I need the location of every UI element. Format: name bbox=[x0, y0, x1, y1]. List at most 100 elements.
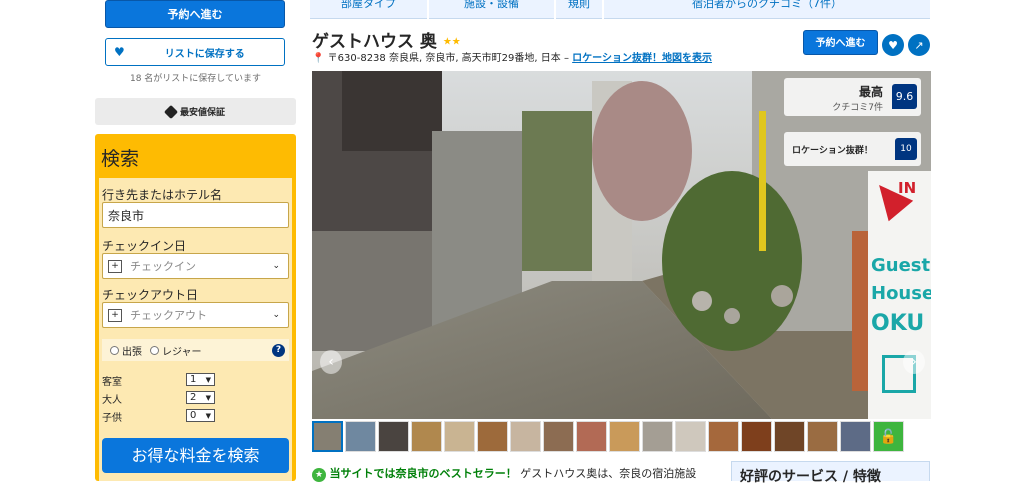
radio-business[interactable] bbox=[110, 345, 119, 355]
tab-room-types[interactable]: 部屋タイプ bbox=[310, 0, 427, 19]
checkin-label: チェックイン日 bbox=[102, 239, 187, 253]
review-count: クチコミ7件 bbox=[832, 103, 883, 113]
header-reserve-button[interactable]: 予約へ進む bbox=[803, 30, 878, 55]
children-value: 0 bbox=[190, 410, 197, 421]
tab-facilities-label: 施設・設備 bbox=[464, 0, 519, 10]
photo-thumbnail[interactable] bbox=[675, 421, 706, 452]
next-photo-button[interactable]: › bbox=[903, 350, 925, 374]
photo-thumbnail[interactable] bbox=[444, 421, 475, 452]
photo-thumbnail[interactable] bbox=[807, 421, 838, 452]
calendar-icon: + bbox=[108, 259, 122, 273]
checkout-field[interactable]: + チェックアウト ⌄ bbox=[102, 302, 289, 328]
photo-thumbnail[interactable] bbox=[840, 421, 871, 452]
location-score-card[interactable]: ロケーション抜群！ 10 bbox=[784, 132, 921, 166]
dropdown-arrow-icon: ▼ bbox=[205, 393, 211, 402]
photo-thumbnail[interactable] bbox=[411, 421, 442, 452]
best-price-box[interactable]: 最安値保証 bbox=[95, 98, 296, 125]
rooms-value: 1 bbox=[190, 374, 197, 385]
dropdown-arrow-icon: ▼ bbox=[205, 411, 211, 420]
favorite-heart-button[interactable]: ♥ bbox=[882, 34, 904, 56]
main-content: 部屋タイプ 施設・設備 規則 宿泊者からのクチコミ（7件） ゲストハウス 奥 ★… bbox=[310, 0, 932, 485]
photo-thumbnail[interactable] bbox=[312, 421, 343, 452]
dropdown-arrow-icon: ▼ bbox=[205, 375, 211, 384]
previous-photo-button[interactable]: ‹ bbox=[320, 350, 342, 374]
rooms-select[interactable]: 1 ▼ bbox=[186, 373, 215, 386]
map-pin-icon: 📍 bbox=[312, 53, 325, 64]
sign-oku-text: OKU bbox=[871, 311, 925, 336]
best-price-label: 最安値保証 bbox=[179, 108, 225, 118]
photo-thumbnail[interactable] bbox=[543, 421, 574, 452]
review-score-card[interactable]: 最高 クチコミ7件 9.6 bbox=[784, 78, 921, 116]
photo-thumbnail[interactable] bbox=[345, 421, 376, 452]
sign-guest-text: Guest bbox=[871, 255, 931, 276]
calendar-icon: + bbox=[108, 308, 122, 322]
photo-thumbnail[interactable] bbox=[741, 421, 772, 452]
children-select[interactable]: 0 ▼ bbox=[186, 409, 215, 422]
photo-thumbnail[interactable] bbox=[774, 421, 805, 452]
adults-select[interactable]: 2 ▼ bbox=[186, 391, 215, 404]
heart-icon: ♥ bbox=[888, 38, 898, 52]
save-list-label: リストに保存する bbox=[164, 48, 245, 60]
checkin-field[interactable]: + チェックイン ⌄ bbox=[102, 253, 289, 279]
destination-label: 行き先またはホテル名 bbox=[102, 188, 223, 202]
rating-word: 最高 bbox=[858, 85, 883, 99]
header-reserve-label: 予約へ進む bbox=[815, 38, 866, 49]
help-icon[interactable]: ? bbox=[272, 343, 285, 357]
star-rating: ★★ bbox=[442, 36, 461, 48]
chevron-down-icon: ⌄ bbox=[272, 310, 280, 320]
tab-facilities[interactable]: 施設・設備 bbox=[429, 0, 554, 19]
photo-scene bbox=[312, 71, 931, 419]
chevron-right-icon: › bbox=[911, 354, 917, 370]
guest-house-sign: IN Guest House OKU bbox=[866, 171, 931, 419]
photo-thumbnail[interactable] bbox=[378, 421, 409, 452]
photo-thumbnail[interactable] bbox=[576, 421, 607, 452]
chevron-down-icon: ⌄ bbox=[272, 261, 280, 271]
radio-leisure[interactable] bbox=[150, 345, 159, 355]
search-panel: 検索 行き先またはホテル名 奈良市 チェックイン日 + チェックイン ⌄ チェッ… bbox=[95, 134, 296, 481]
photo-thumbnail[interactable] bbox=[642, 421, 673, 452]
photo-thumbnail[interactable] bbox=[609, 421, 640, 452]
location-score-badge: 10 bbox=[895, 138, 917, 160]
radio-business-label: 出張 bbox=[122, 346, 142, 358]
destination-input[interactable]: 奈良市 bbox=[102, 202, 289, 228]
star-badge-icon: ★ bbox=[312, 468, 326, 482]
save-to-list-button[interactable]: ♥ リストに保存する bbox=[105, 38, 285, 66]
rooms-label: 客室 bbox=[102, 377, 122, 388]
photo-thumbnail[interactable] bbox=[708, 421, 739, 452]
checkout-placeholder: チェックアウト bbox=[130, 309, 207, 322]
adults-label: 大人 bbox=[102, 395, 122, 406]
lock-photo-thumbnail[interactable]: 🔓 bbox=[873, 421, 904, 452]
share-button[interactable]: ↗ bbox=[908, 34, 930, 56]
search-submit-button[interactable]: お得な料金を検索 bbox=[102, 438, 289, 473]
bestseller-line: ★ 当サイトでは奈良市のベストセラー！ ゲストハウス奥は、奈良の宿泊施設 bbox=[312, 465, 696, 482]
description-text: ゲストハウス奥は、奈良の宿泊施設 bbox=[520, 467, 697, 480]
tab-rules[interactable]: 規則 bbox=[556, 0, 602, 19]
shield-check-icon bbox=[163, 104, 179, 119]
location-map-link[interactable]: ロケーション抜群！地図を表示 bbox=[572, 53, 712, 64]
tab-rules-label: 規則 bbox=[568, 0, 590, 10]
photo-thumbnail[interactable] bbox=[510, 421, 541, 452]
address-line: 📍 〒630-8238 奈良県, 奈良市, 高天市町29番地, 日本 – ロケー… bbox=[312, 49, 712, 64]
tab-reviews[interactable]: 宿泊者からのクチコミ（7件） bbox=[604, 0, 930, 19]
photo-thumbnail[interactable] bbox=[477, 421, 508, 452]
services-panel: 好評のサービス / 特徴 bbox=[731, 461, 930, 485]
main-photo[interactable]: 最高 クチコミ7件 9.6 ロケーション抜群！ 10 IN Guest Hous… bbox=[312, 71, 931, 419]
adults-value: 2 bbox=[190, 392, 197, 403]
destination-value: 奈良市 bbox=[108, 208, 145, 223]
search-submit-label: お得な料金を検索 bbox=[131, 446, 260, 465]
search-title: 検索 bbox=[101, 148, 140, 170]
chevron-left-icon: ‹ bbox=[328, 354, 334, 370]
tab-room-types-label: 部屋タイプ bbox=[341, 0, 396, 10]
sidebar-reserve-button[interactable]: 予約へ進む bbox=[105, 0, 285, 28]
tab-reviews-label: 宿泊者からのクチコミ（7件） bbox=[692, 0, 842, 10]
saved-count-text: 18 名がリストに保存しています bbox=[129, 74, 262, 84]
score-badge: 9.6 bbox=[892, 84, 917, 109]
lock-icon: 🔓 bbox=[879, 428, 898, 445]
children-label: 子供 bbox=[102, 413, 122, 424]
checkin-placeholder: チェックイン bbox=[130, 260, 196, 273]
radio-leisure-label: レジャー bbox=[162, 346, 202, 358]
sidebar: 予約へ進む ♥ リストに保存する 18 名がリストに保存しています 最安値保証 … bbox=[95, 0, 296, 481]
sign-house-text: House bbox=[871, 283, 931, 304]
share-icon: ↗ bbox=[914, 38, 924, 52]
address-text: 〒630-8238 奈良県, 奈良市, 高天市町29番地, 日本 – bbox=[327, 53, 569, 64]
